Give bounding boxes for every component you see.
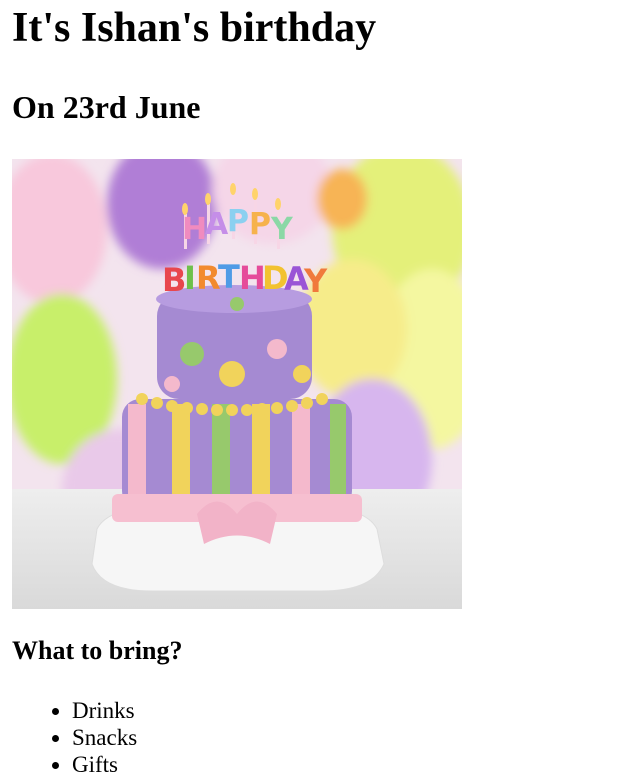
- svg-text:Y: Y: [270, 212, 294, 247]
- list-item: Gifts: [72, 751, 137, 778]
- svg-text:T: T: [218, 258, 240, 296]
- svg-text:A: A: [205, 207, 229, 242]
- svg-text:I: I: [184, 259, 196, 297]
- list-item: Drinks: [72, 697, 137, 724]
- svg-text:P: P: [227, 204, 249, 239]
- bring-list: Drinks Snacks Gifts: [12, 697, 137, 778]
- what-to-bring-heading: What to bring?: [12, 636, 183, 665]
- page-title: It's Ishan's birthday: [12, 5, 377, 51]
- svg-text:B: B: [162, 261, 186, 299]
- svg-text:H: H: [182, 212, 207, 247]
- svg-text:Y: Y: [303, 262, 328, 300]
- svg-text:P: P: [249, 207, 271, 242]
- date-heading: On 23rd June: [12, 89, 201, 125]
- birthday-cake-image: H A P P Y B I R T H D A Y: [12, 159, 462, 609]
- svg-text:R: R: [196, 259, 221, 297]
- list-item: Snacks: [72, 724, 137, 751]
